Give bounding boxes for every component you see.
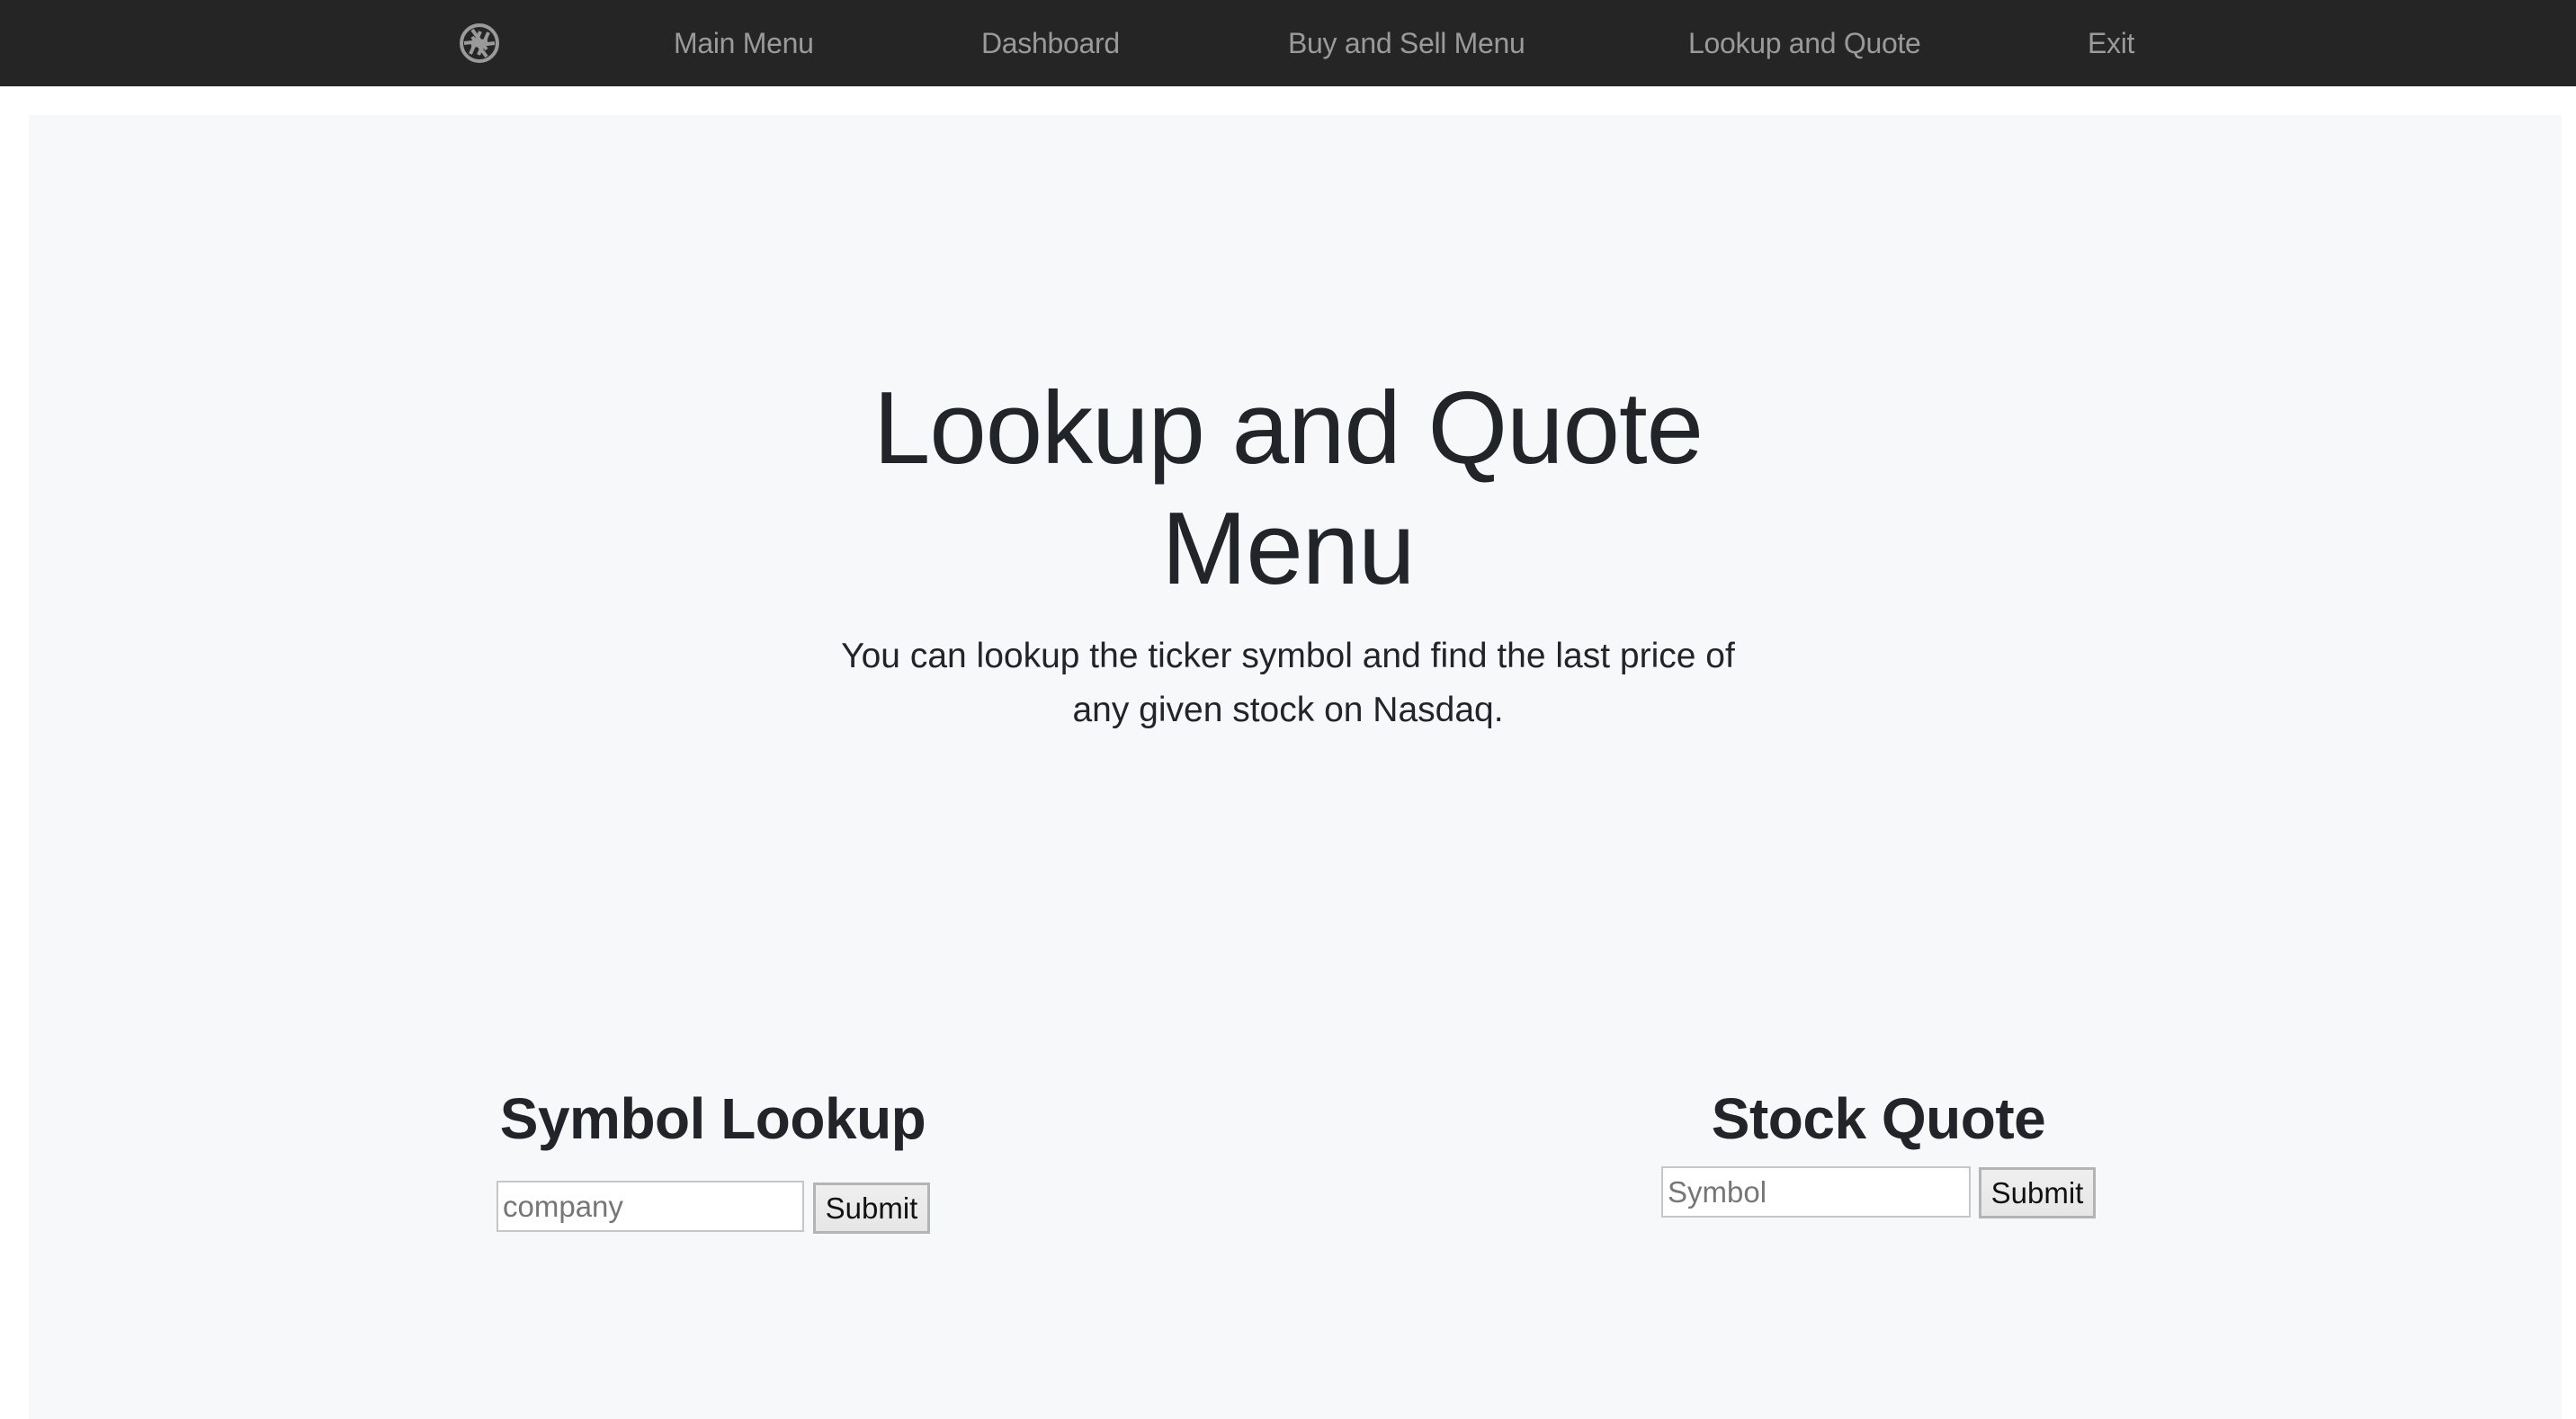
page-description: You can lookup the ticker symbol and fin… [841,637,1735,729]
main-panel [29,115,2562,1419]
stock-quote-submit-button[interactable]: Submit [1979,1167,2096,1218]
symbol-lookup-heading: Symbol Lookup [499,1086,926,1151]
symbol-input[interactable] [1661,1166,1971,1218]
nav-link-buy-and-sell-menu[interactable]: Buy and Sell Menu [1288,25,1525,61]
nav-link-exit[interactable]: Exit [2088,25,2134,61]
nav-link-dashboard[interactable]: Dashboard [981,25,1120,61]
aperture-logo-link[interactable] [459,22,500,64]
nav-link-main-menu[interactable]: Main Menu [674,25,814,61]
symbol-lookup-submit-button[interactable]: Submit [813,1182,930,1234]
nav-link-lookup-and-quote[interactable]: Lookup and Quote [1688,25,1921,61]
company-input[interactable] [496,1181,804,1232]
aperture-icon [460,23,499,63]
page-title: Lookup and Quote Menu [872,371,1704,606]
stock-quote-heading: Stock Quote [1711,1086,2046,1151]
top-navbar: Main Menu Dashboard Buy and Sell Menu Lo… [0,0,2576,86]
